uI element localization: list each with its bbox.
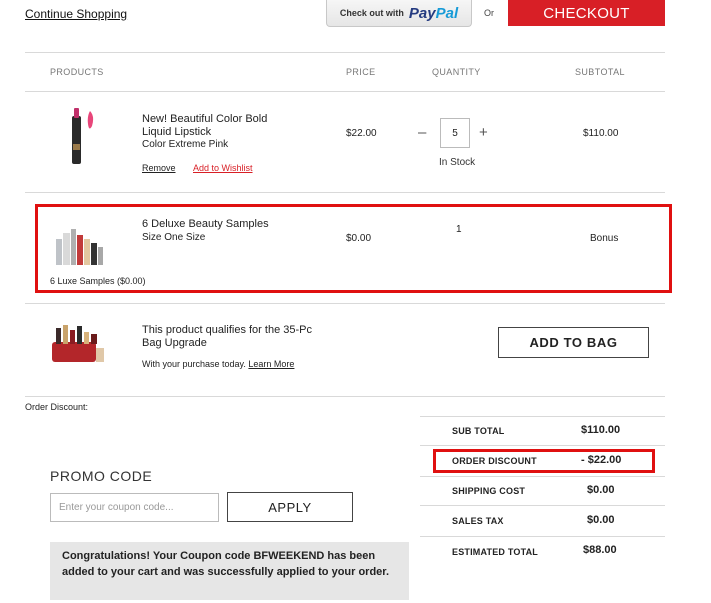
divider [420,536,665,537]
coupon-success-message: Congratulations! Your Coupon code BFWEEK… [50,542,409,600]
learn-more-link[interactable]: Learn More [248,359,294,369]
divider [25,91,665,92]
order-discount-label: Order Discount: [25,402,89,412]
item-subtotal: Bonus [590,233,619,244]
coupon-code-input[interactable] [50,493,219,522]
quantity-decrease-button[interactable]: – [418,124,426,141]
add-to-wishlist-link[interactable]: Add to Wishlist [193,163,253,173]
apply-coupon-button[interactable]: APPLY [227,492,353,522]
summary-total-label: ESTIMATED TOTAL [452,547,538,557]
divider [25,396,665,397]
item-title[interactable]: 6 Deluxe Beauty Samples [142,218,269,231]
item-variant: Size One Size [142,232,206,243]
col-quantity: QUANTITY [432,67,481,77]
divider [420,445,665,446]
summary-shipping-value: $0.00 [587,484,615,496]
paypal-checkout-button[interactable]: Check out with PayPal [326,0,472,27]
remove-link[interactable]: Remove [142,163,176,173]
lipstick-product-image[interactable] [62,106,102,166]
col-price: PRICE [346,67,376,77]
quantity-increase-button[interactable]: + [479,124,488,141]
paypal-logo: PayPal [408,4,459,22]
upgrade-subtext: With your purchase today. Learn More [142,359,295,369]
promo-code-title: PROMO CODE [50,468,153,484]
paypal-prefix: Check out with [339,8,404,18]
checkout-button[interactable]: CHECKOUT [508,0,665,26]
or-separator: Or [484,8,494,18]
divider [420,476,665,477]
summary-discount-value: - $22.00 [581,454,622,466]
summary-subtotal-value: $110.00 [581,424,621,436]
summary-tax-value: $0.00 [587,514,615,526]
item-price: $22.00 [346,128,377,139]
samples-product-image[interactable] [52,225,106,269]
summary-subtotal-label: SUB TOTAL [452,426,505,436]
col-products: PRODUCTS [50,67,104,77]
summary-total-value: $88.00 [583,544,617,556]
summary-shipping-label: SHIPPING COST [452,486,526,496]
item-subtotal: $110.00 [583,128,619,139]
add-to-bag-button[interactable]: ADD TO BAG [498,327,649,358]
item-price: $0.00 [346,233,372,244]
bag-upgrade-image[interactable] [50,322,106,370]
quantity-input[interactable]: 5 [440,118,470,148]
item-variant: Color Extreme Pink [142,139,229,150]
item-quantity: 1 [456,224,462,235]
divider [25,52,665,53]
divider [25,192,665,193]
divider [420,416,665,417]
col-subtotal: SUBTOTAL [575,67,625,77]
samples-caption: 6 Luxe Samples ($0.00) [50,276,146,286]
divider [420,505,665,506]
summary-tax-label: SALES TAX [452,516,504,526]
item-title[interactable]: New! Beautiful Color Bold Liquid Lipstic… [142,113,267,139]
continue-shopping-link[interactable]: Continue Shopping [25,7,127,21]
summary-discount-label: ORDER DISCOUNT [452,456,537,466]
upgrade-title: This product qualifies for the 35-Pc Bag… [142,324,312,349]
stock-status: In Stock [439,157,476,168]
divider [25,303,665,304]
